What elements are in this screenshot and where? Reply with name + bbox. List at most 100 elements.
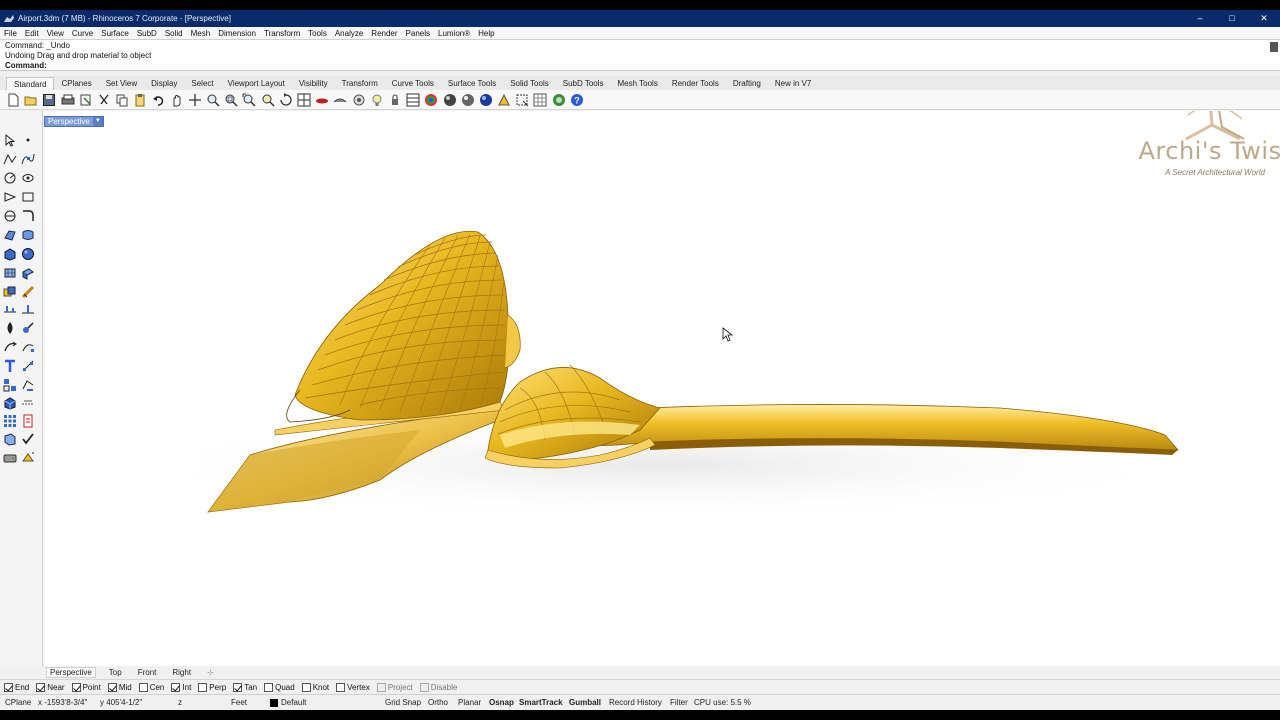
rebuild-icon[interactable] (2, 339, 18, 355)
save-icon[interactable] (42, 93, 56, 107)
menu-render[interactable]: Render (371, 29, 397, 38)
menu-curve[interactable]: Curve (72, 29, 93, 38)
paint-icon[interactable] (20, 450, 36, 466)
layer-icon[interactable] (406, 93, 420, 107)
check-icon[interactable] (20, 431, 36, 447)
status-cplane[interactable]: CPlane (5, 697, 31, 708)
menu-tools[interactable]: Tools (308, 29, 327, 38)
viewport-name[interactable]: Perspective (45, 117, 93, 126)
show-icon[interactable] (333, 93, 347, 107)
undo-icon[interactable] (152, 93, 166, 107)
viewport-title[interactable]: Perspective ▼ (44, 116, 104, 127)
osnap-checkbox[interactable] (107, 682, 117, 692)
perspective-viewport[interactable]: Perspective ▼ Archi's Twist A Secret Arc… (44, 111, 1280, 666)
layout-icon[interactable] (2, 431, 18, 447)
menu-transform[interactable]: Transform (264, 29, 300, 38)
osnap-int[interactable]: Int (171, 682, 191, 692)
tab-standard[interactable]: Standard (6, 77, 55, 90)
osnap-checkbox[interactable] (171, 682, 181, 692)
menu-edit[interactable]: Edit (25, 29, 39, 38)
menu-lumion[interactable]: Lumion® (438, 29, 470, 38)
tab-display[interactable]: Display (144, 77, 184, 90)
print-icon[interactable] (61, 93, 75, 107)
import-icon[interactable] (79, 93, 93, 107)
sun-icon[interactable] (552, 93, 566, 107)
tab-subd-tools[interactable]: SubD Tools (556, 77, 611, 90)
tab-transform[interactable]: Transform (335, 77, 385, 90)
paste-icon[interactable] (133, 93, 147, 107)
osnap-checkbox[interactable] (264, 682, 274, 692)
polygon-icon[interactable] (2, 189, 18, 205)
circle-icon[interactable] (2, 170, 18, 186)
view-tab-top[interactable]: Top (106, 668, 125, 677)
snap-icon[interactable] (515, 93, 529, 107)
status-units[interactable]: Feet (231, 697, 247, 708)
sphere-icon[interactable] (20, 246, 36, 262)
analyze-icon[interactable] (20, 320, 36, 336)
hide-icon[interactable] (315, 93, 329, 107)
osnap-checkbox[interactable] (71, 682, 81, 692)
grid-snap-toggle[interactable]: Grid Snap (385, 697, 421, 708)
copy-icon[interactable] (115, 93, 129, 107)
surface-icon[interactable] (2, 227, 18, 243)
osnap-quad[interactable]: Quad (264, 682, 295, 692)
osnap-end[interactable]: End (4, 682, 29, 692)
light-icon[interactable] (370, 93, 384, 107)
new-file-icon[interactable] (6, 93, 20, 107)
view-tab-right[interactable]: Right (169, 668, 194, 677)
split-icon[interactable] (2, 302, 18, 318)
osnap-checkbox[interactable] (198, 682, 208, 692)
tab-select[interactable]: Select (184, 77, 220, 90)
render-sphere-icon[interactable] (424, 93, 438, 107)
drive-icon[interactable] (2, 450, 18, 466)
menu-file[interactable]: File (4, 29, 17, 38)
menu-panels[interactable]: Panels (406, 29, 430, 38)
loft-icon[interactable] (20, 227, 36, 243)
add-viewport-icon[interactable]: ⊹ (204, 668, 217, 677)
osnap-checkbox[interactable] (419, 682, 429, 692)
osnap-checkbox[interactable] (4, 682, 13, 692)
zoom-extents-icon[interactable] (242, 93, 256, 107)
properties-icon[interactable] (388, 93, 402, 107)
lock-icon[interactable] (352, 93, 366, 107)
osnap-cen[interactable]: Cen (138, 682, 164, 692)
shade-icon[interactable] (2, 320, 18, 336)
zoom-icon[interactable] (206, 93, 220, 107)
osnap-knot[interactable]: Knot (301, 682, 329, 692)
group-icon[interactable] (2, 377, 18, 393)
airport-model[interactable] (44, 111, 1280, 666)
open-icon[interactable] (24, 93, 38, 107)
history-icon[interactable] (20, 413, 36, 429)
text-icon[interactable] (2, 358, 18, 374)
mesh-icon[interactable] (2, 265, 18, 281)
osnap-toggle[interactable]: Osnap (489, 697, 514, 708)
osnap-perp[interactable]: Perp (198, 682, 226, 692)
boolean-union-icon[interactable] (2, 284, 18, 300)
polyline-icon[interactable] (2, 151, 18, 167)
close-button[interactable]: ✕ (1248, 10, 1280, 27)
four-views-icon[interactable] (297, 93, 311, 107)
osnap-tan[interactable]: Tan (233, 682, 257, 692)
osnap-disable[interactable]: Disable (419, 682, 457, 692)
zoom-selected-icon[interactable] (261, 93, 275, 107)
flatten-icon[interactable] (20, 395, 36, 411)
control-points-icon[interactable] (20, 339, 36, 355)
osnap-checkbox[interactable] (36, 682, 46, 692)
array-icon[interactable] (20, 377, 36, 393)
move-icon[interactable] (188, 93, 202, 107)
tab-solid-tools[interactable]: Solid Tools (503, 77, 556, 90)
trim-icon[interactable] (20, 302, 36, 318)
menu-dimension[interactable]: Dimension (218, 29, 256, 38)
osnap-checkbox[interactable] (336, 682, 346, 692)
menu-surface[interactable]: Surface (101, 29, 129, 38)
environment-icon[interactable] (461, 93, 475, 107)
osnap-project[interactable]: Project (376, 682, 413, 692)
command-prompt[interactable]: Command: (5, 61, 47, 70)
ortho-toggle[interactable]: Ortho (428, 697, 448, 708)
tab-surface-tools[interactable]: Surface Tools (441, 77, 503, 90)
menu-view[interactable]: View (47, 29, 64, 38)
command-scrollbar[interactable] (1270, 42, 1278, 52)
material-icon[interactable] (443, 93, 457, 107)
menu-help[interactable]: Help (478, 29, 494, 38)
block-icon[interactable] (2, 395, 18, 411)
